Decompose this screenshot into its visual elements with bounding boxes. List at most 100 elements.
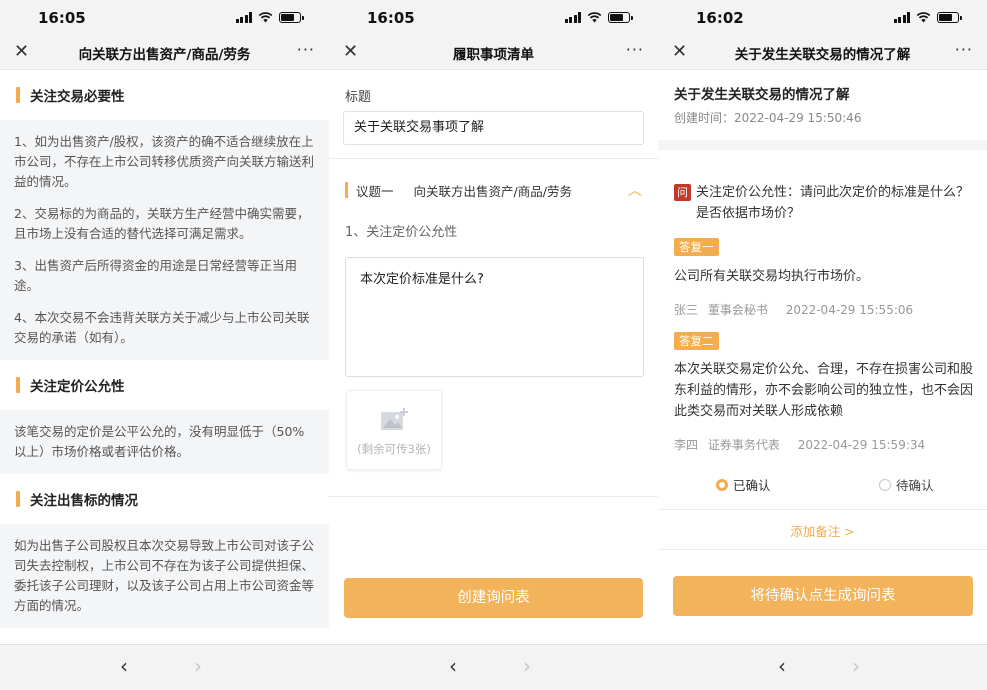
divider: [658, 509, 987, 510]
status-time: 16:02: [696, 9, 744, 27]
radio-dot: [879, 478, 891, 491]
section-title: 关注交易必要性: [30, 89, 125, 105]
image-upload-button[interactable]: (剩余可传3张): [346, 390, 442, 470]
issue-header[interactable]: 议题一 向关联方出售资产/商品/劳务 ︿: [345, 180, 642, 200]
close-icon[interactable]: ✕: [343, 41, 358, 62]
bottom-nav-bar: ‹ ›: [329, 644, 658, 690]
bottom-nav-bar: ‹ ›: [658, 644, 987, 690]
inquiry-title: 关于发生关联交易的情况了解: [674, 87, 850, 103]
inquiry-detail: 关于发生关联交易的情况了解 创建时间：2022-04-29 15:50:46 问…: [658, 70, 987, 644]
accent-bar: [16, 491, 20, 507]
radio-label: 待确认: [896, 478, 934, 493]
paragraph: 4、本次交易不会违背关联方关于减少与上市公司关联交易的承诺（如有）。: [14, 310, 310, 345]
reply-meta: 张三 董事会秘书 2022-04-29 15:55:06: [674, 301, 973, 318]
nav-bar: ✕ 向关联方出售资产/商品/劳务 ···: [0, 34, 329, 70]
more-icon[interactable]: ···: [955, 40, 973, 59]
signal-icon: [564, 12, 581, 23]
section-heading-target: 关注出售标的情况: [0, 474, 329, 524]
more-icon[interactable]: ···: [297, 40, 315, 59]
radio-pending[interactable]: 待确认: [879, 475, 934, 494]
section-heading-pricing: 关注定价公允性: [0, 360, 329, 410]
generate-inquiry-button[interactable]: 将待确认点生成询问表: [673, 576, 973, 616]
reply-time: 2022-04-29 15:55:06: [785, 303, 914, 317]
forward-icon[interactable]: ›: [194, 654, 202, 678]
battery-icon: [279, 12, 304, 23]
accent-bar: [16, 87, 20, 103]
signal-icon: [893, 12, 910, 23]
section-heading-necessity: 关注交易必要性: [0, 70, 329, 120]
question-text: 关注定价公允性：请问此次定价的标准是什么？是否依据市场价？: [696, 185, 970, 221]
paragraph: 该笔交易的定价是公平公允的，没有明显低于（50%以上）市场价格或者评估价格。: [14, 424, 305, 459]
close-icon[interactable]: ✕: [672, 41, 687, 62]
nav-bar: ✕ 关于发生关联交易的情况了解 ···: [658, 34, 987, 70]
radio-dot-selected: [716, 478, 728, 491]
page-title: 履职事项清单: [453, 47, 534, 63]
battery-icon: [937, 12, 962, 23]
reply-time: 2022-04-29 15:59:34: [797, 438, 926, 452]
section-body-pricing: 该笔交易的定价是公平公允的，没有明显低于（50%以上）市场价格或者评估价格。: [0, 410, 329, 474]
battery-icon: [608, 12, 633, 23]
reply-author: 李四: [674, 438, 699, 452]
reply-text: 公司所有关联交易均执行市场价。: [674, 269, 870, 284]
reply-author: 张三: [674, 303, 699, 317]
reply-role: 董事会秘书: [707, 303, 768, 317]
section-body-necessity: 1、如为出售资产/股权，该资产的确不适合继续放在上市公司，不存在上市公司转移优质…: [0, 120, 329, 360]
page-title: 向关联方出售资产/商品/劳务: [78, 47, 251, 63]
question-label: 1、关注定价公允性: [345, 225, 458, 240]
reply-tag: 答复一: [674, 238, 719, 256]
created-time: 创建时间：2022-04-29 15:50:46: [674, 111, 862, 125]
status-time: 16:05: [38, 9, 86, 27]
inquiry-header: 关于发生关联交易的情况了解 创建时间：2022-04-29 15:50:46: [658, 70, 987, 140]
close-icon[interactable]: ✕: [14, 41, 29, 62]
paragraph: 1、如为出售资产/股权，该资产的确不适合继续放在上市公司，不存在上市公司转移优质…: [14, 134, 315, 189]
create-inquiry-button[interactable]: 创建询问表: [344, 578, 643, 618]
wifi-icon: [916, 12, 931, 23]
section-body-target: 如为出售子公司股权且本次交易导致上市公司对该子公司失去控制权，上市公司不存在为该…: [0, 524, 329, 628]
section-gap: [658, 140, 987, 150]
wifi-icon: [587, 12, 602, 23]
reply-tag: 答复二: [674, 332, 719, 350]
back-icon[interactable]: ‹: [120, 654, 128, 678]
question-icon: 问: [674, 184, 691, 201]
question-textarea[interactable]: 本次定价标准是什么?: [345, 257, 644, 377]
chevron-up-icon[interactable]: ︿: [628, 180, 642, 200]
status-bar: 16:05: [0, 0, 329, 34]
issue-name: 向关联方出售资产/商品/劳务: [413, 183, 572, 199]
section-title: 关注定价公允性: [30, 379, 125, 395]
section-title: 关注出售标的情况: [30, 493, 138, 509]
phone-screen-duty-checklist: 16:05 ✕ 履职事项清单 ··· 标题 关于关联交易事项了解 议题一 向关联…: [329, 0, 658, 690]
status-bar: 16:05: [329, 0, 658, 34]
paragraph: 如为出售子公司股权且本次交易导致上市公司对该子公司失去控制权，上市公司不存在为该…: [14, 538, 315, 613]
nav-bar: ✕ 履职事项清单 ···: [329, 34, 658, 70]
more-icon[interactable]: ···: [626, 40, 644, 59]
status-icons: [564, 11, 633, 23]
upload-hint: (剩余可传3张): [357, 442, 431, 456]
forward-icon[interactable]: ›: [852, 654, 860, 678]
wifi-icon: [258, 12, 273, 23]
phone-screen-asset-sale: 16:05 ✕ 向关联方出售资产/商品/劳务 ··· 关注交易必要性 1、如为出…: [0, 0, 329, 690]
checklist-form: 标题 关于关联交易事项了解 议题一 向关联方出售资产/商品/劳务 ︿ 1、关注定…: [329, 70, 658, 644]
bottom-nav-bar: ‹ ›: [0, 644, 329, 690]
status-bar: 16:02: [658, 0, 987, 34]
page-title: 关于发生关联交易的情况了解: [734, 47, 911, 63]
phone-screen-transaction-inquiry: 16:02 ✕ 关于发生关联交易的情况了解 ··· 关于发生关联交易的情况了解 …: [658, 0, 987, 690]
forward-icon[interactable]: ›: [523, 654, 531, 678]
accent-bar: [345, 182, 348, 198]
question-block: 问 关注定价公允性：请问此次定价的标准是什么？是否依据市场价？: [674, 182, 973, 224]
status-icons: [235, 11, 304, 23]
paragraph: 2、交易标的为商品的，关联方生产经营中确实需要，且市场上没有合适的替代选择可满足…: [14, 206, 310, 241]
add-note-link[interactable]: 添加备注 >: [658, 521, 987, 540]
radio-label: 已确认: [733, 478, 771, 493]
add-image-icon: [381, 408, 408, 430]
paragraph: 3、出售资产后所得资金的用途是日常经营等正当用途。: [14, 258, 297, 293]
status-time: 16:05: [367, 9, 415, 27]
signal-icon: [235, 12, 252, 23]
back-icon[interactable]: ‹: [778, 654, 786, 678]
radio-confirmed[interactable]: 已确认: [716, 475, 771, 494]
title-input[interactable]: 关于关联交易事项了解: [343, 111, 644, 145]
reply-meta: 李四 证券事务代表 2022-04-29 15:59:34: [674, 436, 973, 453]
guideline-content: 关注交易必要性 1、如为出售资产/股权，该资产的确不适合继续放在上市公司，不存在…: [0, 70, 329, 644]
title-field-label: 标题: [345, 90, 372, 105]
back-icon[interactable]: ‹: [449, 654, 457, 678]
issue-number: 议题一: [356, 183, 394, 199]
